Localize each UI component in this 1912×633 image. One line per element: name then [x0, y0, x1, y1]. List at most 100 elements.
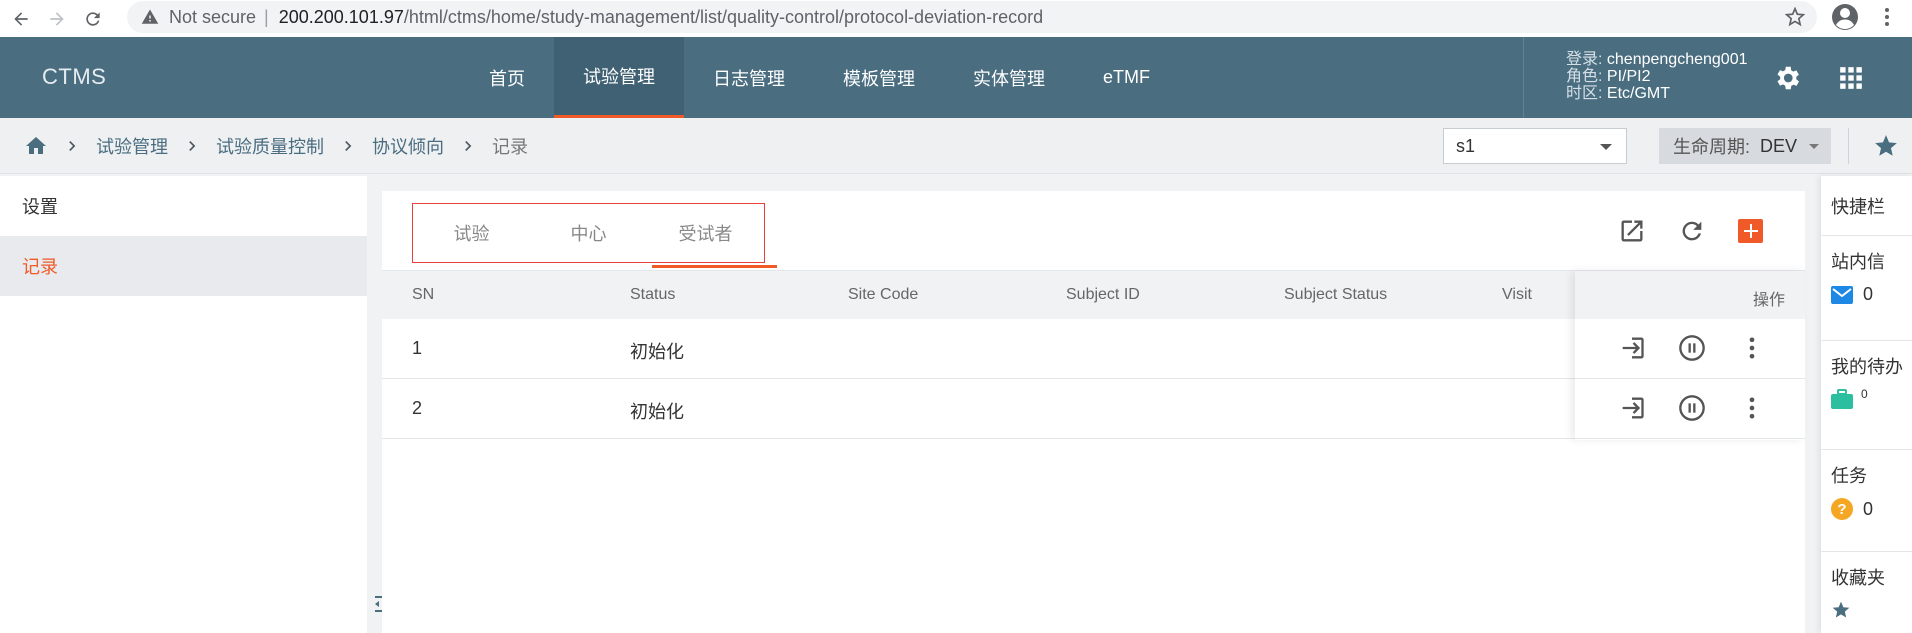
cell-sn: 2	[412, 398, 423, 418]
role-label: 角色:	[1566, 68, 1607, 85]
quick-todo-count: 0	[1861, 387, 1868, 401]
back-icon[interactable]	[6, 4, 36, 34]
enter-icon[interactable]	[1618, 334, 1646, 362]
tab-site[interactable]: 中心	[530, 204, 647, 262]
cell-status: 初始化	[630, 402, 684, 422]
quick-favorites-label: 收藏夹	[1831, 568, 1885, 588]
tab-subject[interactable]: 受试者	[647, 204, 764, 262]
login-label: 登录:	[1566, 51, 1607, 68]
sidebar-item-record[interactable]: 记录	[0, 236, 367, 296]
left-sidebar: 设置 记录	[0, 176, 367, 633]
breadcrumb-quality-control[interactable]: 试验质量控制	[216, 133, 324, 159]
star-icon[interactable]	[1873, 133, 1899, 159]
lifecycle-label: 生命周期:	[1673, 137, 1751, 157]
forward-icon[interactable]	[42, 4, 72, 34]
quick-messages[interactable]: 站内信 0	[1821, 236, 1912, 341]
cell-status: 初始化	[630, 342, 684, 362]
login-value: chenpengcheng001	[1606, 51, 1748, 68]
profile-avatar-icon[interactable]	[1830, 2, 1860, 32]
cell-sn: 1	[412, 338, 423, 358]
breadcrumb-record: 记录	[492, 137, 528, 157]
column-header-subject-status[interactable]: Subject Status	[1284, 286, 1387, 304]
breadcrumb: 试验管理 试验质量控制 协议倾向 记录	[24, 118, 528, 174]
address-bar[interactable]: Not secure | 200.200.101.97 /html/ctms/h…	[127, 1, 1817, 33]
quick-messages-count: 0	[1863, 284, 1874, 304]
nav-entity-management[interactable]: 实体管理	[944, 37, 1074, 118]
enter-icon[interactable]	[1618, 394, 1646, 422]
timezone-label: 时区:	[1566, 85, 1607, 102]
column-header-subject-id[interactable]: Subject ID	[1066, 286, 1140, 304]
dropdown-caret-icon	[1809, 144, 1819, 149]
quick-favorites[interactable]: 收藏夹	[1821, 552, 1912, 620]
apps-grid-icon[interactable]	[1838, 65, 1864, 91]
breadcrumb-divider	[1848, 128, 1849, 164]
briefcase-icon	[1831, 389, 1853, 409]
url-path: /html/ctms/home/study-management/list/qu…	[403, 6, 1044, 27]
column-header-site-code[interactable]: Site Code	[848, 286, 918, 304]
main-panel: 试验 中心 受试者 SN Status Site Code Subject ID…	[382, 191, 1805, 633]
svg-text:?: ?	[1837, 501, 1846, 518]
operations-column: 操作	[1575, 271, 1805, 440]
dropdown-caret-icon	[1600, 144, 1612, 150]
app-logo[interactable]: CTMS	[42, 64, 106, 90]
active-tab-indicator	[652, 265, 777, 268]
mail-icon	[1831, 285, 1853, 304]
study-select[interactable]: s1	[1443, 128, 1627, 164]
quick-panel-title: 快捷栏	[1821, 176, 1912, 236]
star-icon	[1832, 601, 1850, 618]
pause-icon[interactable]	[1678, 334, 1706, 362]
timezone-value: Etc/GMT	[1606, 85, 1671, 102]
browser-menu-icon[interactable]	[1875, 5, 1899, 29]
tab-bar: 试验 中心 受试者	[412, 203, 765, 263]
chevron-right-icon	[465, 141, 472, 151]
url-host: 200.200.101.97	[278, 6, 404, 27]
tab-study[interactable]: 试验	[413, 204, 530, 262]
breadcrumb-bar: 试验管理 试验质量控制 协议倾向 记录 s1 生命周期: DEV	[0, 118, 1912, 174]
address-separator: |	[264, 6, 269, 27]
bookmark-star-icon[interactable]	[1785, 7, 1805, 27]
app-header: CTMS 首页 试验管理 日志管理 模板管理 实体管理 eTMF 登录: che…	[0, 37, 1912, 118]
security-status: Not secure	[169, 6, 257, 27]
records-table: SN Status Site Code Subject ID Subject S…	[382, 271, 1805, 439]
add-button[interactable]	[1738, 219, 1763, 243]
question-icon: ?	[1831, 498, 1853, 520]
header-divider	[1523, 37, 1524, 118]
nav-etmf[interactable]: eTMF	[1074, 37, 1179, 118]
breadcrumb-protocol-deviation[interactable]: 协议倾向	[372, 133, 444, 159]
nav-template-management[interactable]: 模板管理	[814, 37, 944, 118]
nav-log-management[interactable]: 日志管理	[684, 37, 814, 118]
quick-panel: 快捷栏 站内信 0 我的待办 0 任务 ? 0 收藏夹	[1821, 176, 1912, 633]
more-vertical-icon[interactable]	[1738, 394, 1766, 422]
home-icon[interactable]	[24, 134, 48, 158]
study-select-value: s1	[1456, 135, 1476, 156]
pause-icon[interactable]	[1678, 394, 1706, 422]
nav-study-management[interactable]: 试验管理	[554, 37, 684, 118]
chevron-right-icon	[345, 141, 352, 151]
lifecycle-value: DEV	[1760, 135, 1798, 156]
column-header-operations: 操作	[1752, 292, 1785, 309]
breadcrumb-study-management[interactable]: 试验管理	[96, 133, 168, 159]
quick-todo-label: 我的待办	[1831, 357, 1903, 377]
export-icon[interactable]	[1618, 217, 1646, 245]
chevron-right-icon	[69, 141, 76, 151]
quick-todo[interactable]: 我的待办 0	[1821, 341, 1912, 450]
lifecycle-select[interactable]: 生命周期: DEV	[1659, 128, 1831, 164]
gear-icon[interactable]	[1772, 63, 1802, 93]
main-nav: 首页 试验管理 日志管理 模板管理 实体管理 eTMF	[460, 37, 1179, 118]
nav-home[interactable]: 首页	[460, 37, 554, 118]
more-vertical-icon[interactable]	[1738, 334, 1766, 362]
warning-icon	[141, 9, 159, 24]
quick-tasks[interactable]: 任务 ? 0	[1821, 450, 1912, 552]
browser-toolbar: Not secure | 200.200.101.97 /html/ctms/h…	[0, 0, 1912, 37]
quick-messages-label: 站内信	[1831, 252, 1885, 272]
column-header-visit[interactable]: Visit	[1502, 286, 1532, 304]
quick-tasks-count: 0	[1863, 498, 1874, 519]
role-value: PI/PI2	[1606, 68, 1651, 85]
refresh-icon[interactable]	[1678, 217, 1706, 245]
sidebar-item-settings[interactable]: 设置	[0, 176, 367, 236]
column-header-status[interactable]: Status	[630, 286, 675, 304]
chevron-right-icon	[189, 141, 196, 151]
reload-icon[interactable]	[78, 4, 108, 34]
column-header-sn[interactable]: SN	[412, 286, 434, 304]
quick-tasks-label: 任务	[1831, 466, 1867, 486]
